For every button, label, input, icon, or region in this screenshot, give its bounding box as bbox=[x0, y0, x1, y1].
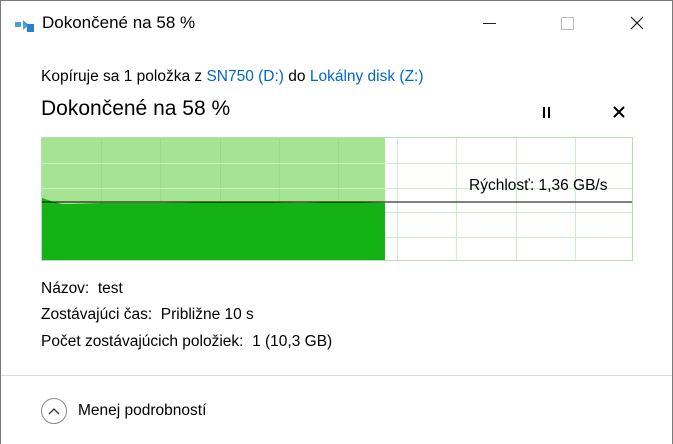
title-bar: Dokončené na 58 % bbox=[1, 1, 672, 45]
name-label: Názov: bbox=[41, 280, 90, 297]
less-details-button[interactable] bbox=[41, 398, 67, 424]
copy-files-icon bbox=[14, 16, 36, 34]
close-button[interactable] bbox=[614, 1, 660, 45]
copy-middle: do bbox=[283, 68, 310, 85]
window-title: Dokončené na 58 % bbox=[42, 13, 196, 32]
less-details-label[interactable]: Menej podrobností bbox=[78, 402, 206, 420]
detail-name: Názov: test bbox=[41, 280, 123, 298]
cancel-icon bbox=[613, 106, 625, 118]
name-value: test bbox=[97, 280, 123, 297]
pause-icon bbox=[542, 106, 545, 118]
minimize-icon bbox=[482, 22, 496, 24]
detail-items-remaining: Počet zostávajúcich položiek: 1 (10,3 GB… bbox=[41, 333, 332, 351]
speed-graph bbox=[41, 137, 633, 261]
maximize-button bbox=[544, 1, 590, 45]
copy-prefix: Kopíruje sa 1 položka z bbox=[41, 68, 207, 85]
count-value: 1 (10,3 GB) bbox=[252, 333, 333, 350]
destination-link[interactable]: Lokálny disk (Z:) bbox=[310, 68, 424, 85]
cancel-button[interactable] bbox=[605, 99, 633, 125]
source-link[interactable]: SN750 (D:) bbox=[206, 68, 284, 85]
copy-description: Kopíruje sa 1 položka z SN750 (D:) do Lo… bbox=[41, 68, 424, 86]
chevron-up-icon bbox=[48, 408, 60, 415]
speed-label: Rýchlosť: 1,36 GB/s bbox=[469, 177, 608, 194]
minimize-button[interactable] bbox=[466, 1, 512, 45]
time-value: Približne 10 s bbox=[160, 306, 254, 323]
maximize-icon bbox=[560, 16, 574, 30]
speed-area bbox=[42, 198, 385, 260]
footer: Menej podrobností bbox=[1, 375, 672, 444]
pause-icon-bar bbox=[547, 106, 550, 118]
detail-time-remaining: Zostávajúci čas: Približne 10 s bbox=[41, 306, 254, 324]
count-label: Počet zostávajúcich položiek: bbox=[41, 333, 244, 350]
copy-dialog: Dokončené na 58 % Kopíruje sa 1 položka … bbox=[0, 0, 673, 444]
time-label: Zostávajúci čas: bbox=[41, 306, 153, 323]
pause-button[interactable] bbox=[533, 99, 559, 125]
close-icon bbox=[630, 16, 644, 30]
progress-heading: Dokončené na 58 % bbox=[41, 97, 231, 120]
